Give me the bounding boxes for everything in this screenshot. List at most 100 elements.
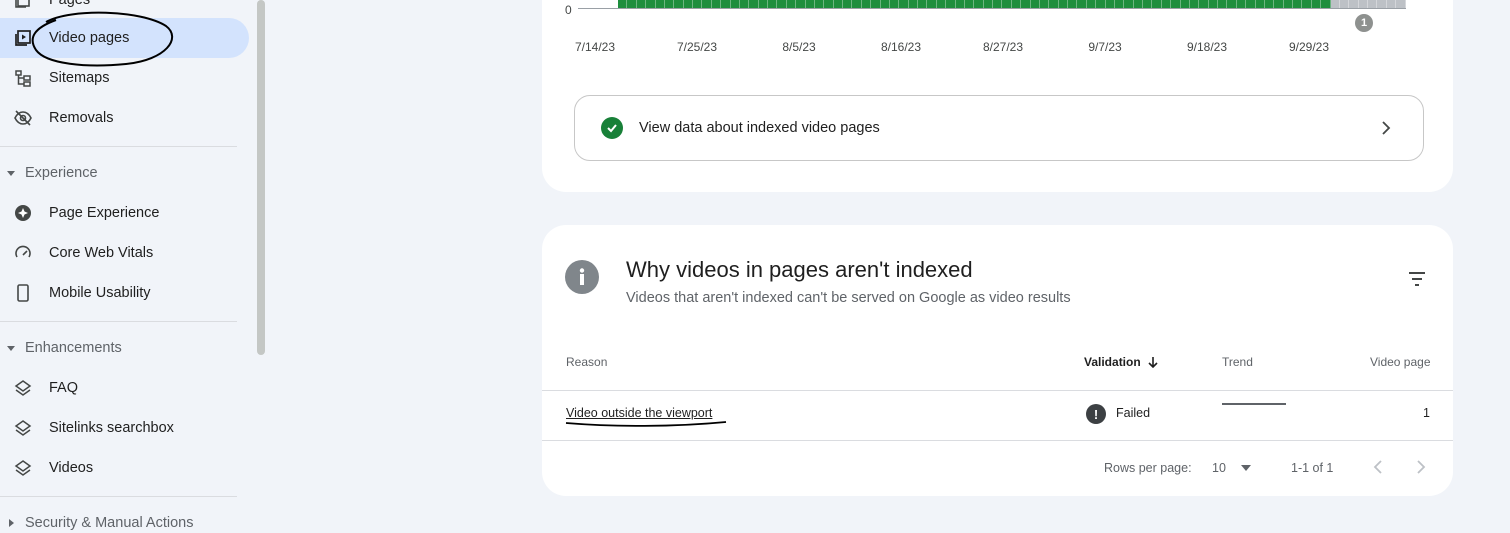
bar-indexed: [730, 0, 740, 8]
card-subtitle: Videos that aren't indexed can't be serv…: [626, 290, 1071, 306]
phone-icon: [13, 283, 33, 303]
chart-annotation-marker[interactable]: 1: [1355, 14, 1373, 32]
bar-indexed: [908, 0, 918, 8]
indexed-link-label: View data about indexed video pages: [639, 120, 880, 136]
sidebar-item-core-web-vitals[interactable]: Core Web Vitals: [0, 233, 249, 273]
filter-icon[interactable]: [1406, 268, 1428, 290]
layers-icon: [13, 378, 33, 398]
bar-indexed: [1171, 0, 1181, 8]
bar-pending: [1386, 0, 1397, 8]
bar-indexed: [683, 0, 693, 8]
bar-pending: [1368, 0, 1378, 8]
error-icon: !: [1086, 404, 1106, 424]
section-enhancements[interactable]: Enhancements: [0, 333, 249, 363]
bar-indexed: [1133, 0, 1143, 8]
bar-indexed: [1011, 0, 1022, 8]
bar-indexed: [1199, 0, 1209, 8]
column-header-reason[interactable]: Reason: [566, 355, 607, 369]
bar-indexed: [1077, 0, 1087, 8]
bar-indexed: [824, 0, 834, 8]
next-page-button[interactable]: [1413, 458, 1429, 476]
sidebar-scrollbar[interactable]: [257, 0, 265, 355]
sidebar-item-faq[interactable]: FAQ: [0, 368, 249, 408]
bar-indexed: [711, 0, 722, 8]
sidebar-item-label: Sitemaps: [49, 70, 110, 86]
section-heading: Experience: [25, 165, 98, 181]
bar-indexed: [1302, 0, 1312, 8]
rows-per-page-select[interactable]: 10: [1212, 461, 1226, 475]
sort-arrow-down-icon: [1148, 357, 1158, 368]
bar-indexed: [786, 0, 797, 8]
sitemap-icon: [13, 68, 33, 88]
bar-indexed: [946, 0, 956, 8]
bar-indexed: [1096, 0, 1106, 8]
bar-indexed: [899, 0, 909, 8]
pages-icon: [13, 0, 33, 10]
sidebar-divider: [0, 321, 237, 322]
video-page-count: 1: [1423, 406, 1430, 420]
bar-indexed: [1180, 0, 1190, 8]
bar-indexed: [768, 0, 778, 8]
bar-indexed: [1039, 0, 1050, 8]
section-heading: Security & Manual Actions: [25, 515, 194, 531]
x-tick-label: 8/5/23: [782, 40, 816, 54]
section-security[interactable]: Security & Manual Actions: [0, 508, 249, 533]
sidebar-item-page-experience[interactable]: Page Experience: [0, 193, 249, 233]
bar-indexed: [1030, 0, 1040, 8]
column-header-trend[interactable]: Trend: [1222, 355, 1253, 369]
bar-indexed: [1189, 0, 1200, 8]
x-tick-label: 8/27/23: [982, 40, 1024, 54]
bar-indexed: [974, 0, 984, 8]
bar-indexed: [852, 0, 862, 8]
sidebar-item-label: Page Experience: [49, 205, 160, 221]
bar-indexed: [646, 0, 656, 8]
check-circle-icon: [601, 117, 623, 139]
sidebar-item-label: Core Web Vitals: [49, 245, 154, 261]
underline-annotation: [565, 421, 727, 427]
bar-indexed: [1227, 0, 1237, 8]
page-experience-icon: [13, 203, 33, 223]
bar-indexed: [721, 0, 731, 8]
bar-indexed: [627, 0, 637, 8]
card-title: Why videos in pages aren't indexed: [626, 257, 973, 282]
bar-indexed: [871, 0, 881, 8]
bar-indexed: [1218, 0, 1228, 8]
bar-indexed: [1114, 0, 1125, 8]
section-experience[interactable]: Experience: [0, 158, 249, 188]
x-tick-label: 9/7/23: [1088, 40, 1122, 54]
bar-indexed: [843, 0, 853, 8]
sidebar-item-sitelinks-searchbox[interactable]: Sitelinks searchbox: [0, 408, 249, 448]
sidebar-item-mobile-usability[interactable]: Mobile Usability: [0, 273, 249, 313]
bar-indexed: [739, 0, 750, 8]
layers-icon: [13, 458, 33, 478]
bar-pending: [1377, 0, 1387, 8]
pagination-range: 1-1 of 1: [1291, 461, 1334, 475]
bar-indexed: [749, 0, 759, 8]
bar-indexed: [702, 0, 712, 8]
sidebar-item-label: FAQ: [49, 380, 79, 396]
row-divider: [542, 440, 1453, 441]
bar-indexed: [983, 0, 993, 8]
dropdown-arrow-icon[interactable]: [1240, 464, 1252, 472]
bar-indexed: [1236, 0, 1247, 8]
sidebar-item-removals[interactable]: Removals: [0, 98, 249, 138]
column-header-validation[interactable]: Validation: [1084, 355, 1159, 369]
sidebar-item-label: Videos: [49, 460, 94, 476]
bar-indexed: [805, 0, 815, 8]
chevron-right-icon: [1379, 121, 1393, 135]
view-indexed-video-pages-link[interactable]: View data about indexed video pages: [574, 95, 1424, 161]
bar-indexed: [1321, 0, 1331, 8]
bar-indexed: [1311, 0, 1322, 8]
bar-indexed: [674, 0, 684, 8]
gauge-icon: [13, 243, 33, 263]
bar-indexed: [618, 0, 628, 8]
sidebar-item-videos[interactable]: Videos: [0, 448, 249, 488]
bar-indexed: [1255, 0, 1265, 8]
validation-status: Failed: [1116, 406, 1151, 420]
sidebar-item-label: Sitelinks searchbox: [49, 420, 174, 436]
sidebar-item-label: Mobile Usability: [49, 285, 151, 301]
column-header-video-page[interactable]: Video page: [1370, 355, 1431, 369]
bar-indexed: [880, 0, 890, 8]
previous-page-button[interactable]: [1370, 458, 1386, 476]
y-axis-zero-label: 0: [565, 3, 572, 17]
